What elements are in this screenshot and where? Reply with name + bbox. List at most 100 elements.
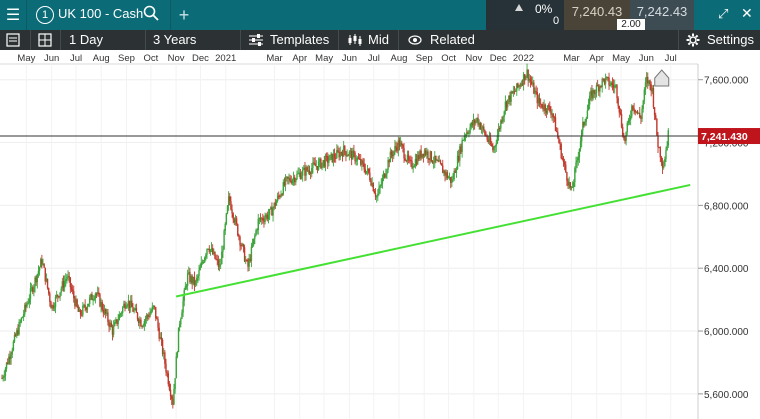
candle-body [181,312,183,319]
candle-body [469,127,471,134]
gear-icon[interactable] [686,30,700,50]
candle-body [101,302,103,310]
price-chart[interactable]: May Jun Jul Aug Sep Oct Nov Dec 2021 Mar Apr May Jun… [0,50,760,419]
x-tick-label: Jun [342,53,357,64]
candle-body [308,170,311,173]
templates-button[interactable]: Templates [270,30,329,50]
candle-body [493,147,495,151]
templates-icon[interactable] [248,30,264,50]
candle-body [196,278,198,282]
x-tick-label: Apr [589,53,604,64]
candle-body [300,175,303,179]
candle-body [57,294,59,297]
candle-body [306,167,308,171]
interval-selector[interactable]: 1 Day [69,30,103,50]
candle-body [535,91,537,93]
candle-body [176,352,179,357]
candle-body [480,128,483,130]
grid-icon[interactable] [38,30,52,50]
candle-body [151,306,154,312]
candle-body [435,155,437,161]
candle-body [267,214,270,219]
search-icon[interactable] [143,5,159,25]
candle-body [157,319,159,328]
x-tick-label: Mar [266,53,282,64]
candle-body [559,143,561,145]
candle-body [144,319,147,322]
hamburger-icon[interactable]: ☰ [0,0,27,30]
candle-body [633,108,635,110]
candle-body [255,230,257,236]
candle-body [558,137,560,144]
candle-body [333,154,336,158]
candle-body [357,157,360,159]
candle-body [401,142,403,145]
candle-body [28,299,31,303]
candle-body [47,287,50,294]
candle-body [182,300,184,313]
candle-body [284,177,287,186]
candle-body [403,147,405,159]
candle-body [608,77,610,86]
candle-body [178,324,181,328]
candle-body [461,140,463,153]
candle-body [226,205,229,214]
buy-price: 7,242.43 [636,4,688,19]
candle-body [411,160,413,168]
candle-body [494,145,496,148]
candle-body [19,321,21,323]
candle-body [446,172,449,179]
candle-body [149,313,151,317]
candle-body [206,249,208,255]
candle-body [59,292,61,298]
settings-button[interactable]: Settings [707,30,754,50]
candle-body [222,249,224,252]
y-tick-label: 6,400.000 [704,264,749,275]
candle-body [595,85,598,94]
candle-body [53,307,56,309]
x-tick-label: Jun [639,53,654,64]
candle-body [254,235,256,239]
instrument-name[interactable]: UK 100 - Cash [58,6,143,21]
layout-toggle-icon[interactable] [6,30,20,50]
x-tick-label: Jul [665,53,677,64]
candle-body [93,298,95,300]
candle-body [3,375,5,378]
candle-body [167,373,169,385]
candle-body [506,99,509,108]
candle-body [577,157,579,161]
x-tick-label: Dec [490,53,507,64]
x-tick-label: Dec [192,53,209,64]
candle-body [502,116,504,122]
candle-body [544,104,546,111]
expand-icon[interactable]: ⤢ [718,6,728,22]
candle-body [71,289,74,292]
plus-icon[interactable]: + [170,0,197,30]
candle-body [497,128,500,136]
candle-body [60,288,62,293]
candle-body [596,85,599,87]
candle-body [250,246,253,262]
candle-body [626,123,628,133]
candles-icon[interactable] [347,30,363,50]
candle-body [296,173,298,179]
candle-body [239,236,241,246]
candle-body [174,378,176,390]
candle-body [337,150,339,152]
x-tick-label: Jul [368,53,380,64]
candle-body [153,305,156,308]
candle-body [440,163,443,166]
candle-body [114,322,116,327]
candle-body [321,162,323,169]
price-mode-button[interactable]: Mid [368,30,389,50]
candle-body [231,209,233,214]
related-icon[interactable] [408,30,422,50]
candle-body [644,82,647,90]
x-tick-label: 2021 [215,53,236,64]
candle-body [168,384,171,390]
range-selector[interactable]: 3 Years [153,30,196,50]
related-button[interactable]: Related [430,30,475,50]
candle-body [643,89,646,101]
close-icon[interactable]: ✕ [741,5,753,22]
candle-body [214,251,216,259]
